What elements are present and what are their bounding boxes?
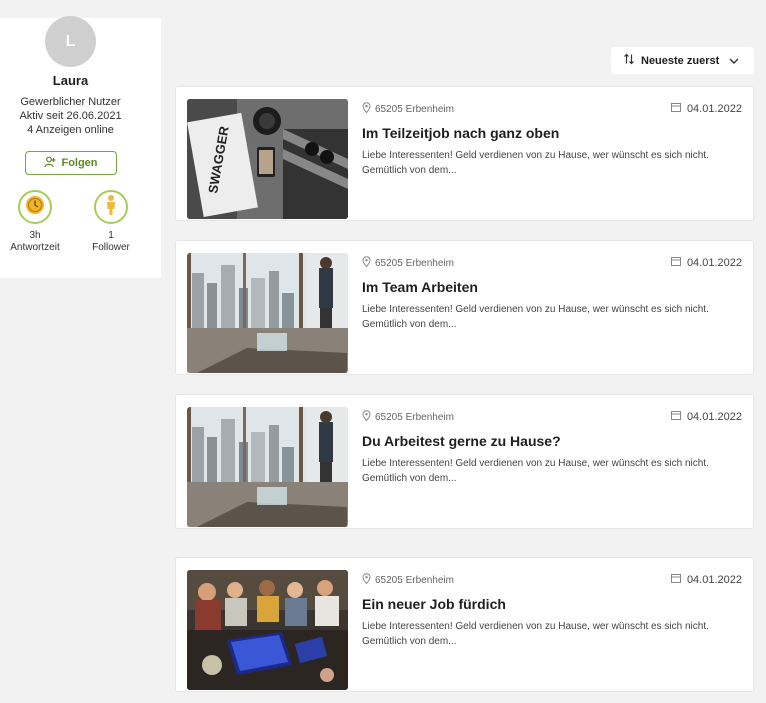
listing-image[interactable] [187, 407, 348, 527]
listing-card[interactable]: 65205 Erbenheim 04.01.2022 Ein neuer Job… [175, 557, 754, 692]
stat-followers: 1 Follower [81, 190, 141, 254]
listing-location: 65205 Erbenheim [362, 410, 454, 424]
location-text: 65205 Erbenheim [375, 411, 454, 423]
listing-date: 04.01.2022 [670, 256, 742, 269]
response-time-value: 3h [29, 230, 41, 241]
listing-description: Liebe Interessenten! Geld verdienen von … [362, 621, 709, 647]
listing-image[interactable]: SWAGGER [187, 99, 348, 219]
listing-card[interactable]: 65205 Erbenheim 04.01.2022 Du Arbeitest … [175, 394, 754, 529]
date-text: 04.01.2022 [686, 102, 742, 115]
sort-label: Neueste zuerst [641, 54, 720, 67]
followers-value: 1 [108, 230, 114, 241]
listing-card[interactable]: SWAGGER 65205 Erbenheim 04.01.2022 Im Te… [175, 86, 754, 221]
listing-description: Liebe Interessenten! Geld verdienen von … [362, 150, 709, 176]
listing-image[interactable] [187, 570, 348, 690]
follow-label: Folgen [61, 157, 98, 169]
add-person-icon [44, 156, 56, 171]
location-text: 65205 Erbenheim [375, 257, 454, 269]
listing-date: 04.01.2022 [670, 410, 742, 423]
chevron-down-icon [729, 55, 739, 67]
location-pin-icon [362, 256, 371, 270]
listing-title[interactable]: Du Arbeitest gerne zu Hause? [362, 433, 561, 449]
listing-card[interactable]: 65205 Erbenheim 04.01.2022 Im Team Arbei… [175, 240, 754, 375]
followers-label: Follower [92, 242, 130, 253]
date-text: 04.01.2022 [686, 410, 742, 423]
location-pin-icon [362, 573, 371, 587]
followers-badge [94, 190, 128, 224]
desk-flatlay-photo: SWAGGER [187, 99, 348, 219]
avatar[interactable]: L [45, 16, 96, 67]
calendar-icon [670, 102, 681, 115]
calendar-icon [670, 256, 681, 269]
listing-title[interactable]: Im Team Arbeiten [362, 279, 478, 295]
listing-description: Liebe Interessenten! Geld verdienen von … [362, 458, 709, 484]
listing-location: 65205 Erbenheim [362, 102, 454, 116]
location-text: 65205 Erbenheim [375, 574, 454, 586]
listing-image[interactable] [187, 253, 348, 373]
profile-card: L Laura Gewerblicher Nutzer Aktiv seit 2… [0, 16, 161, 278]
location-text: 65205 Erbenheim [375, 103, 454, 115]
sort-dropdown[interactable]: Neueste zuerst [611, 47, 754, 74]
listing-title[interactable]: Ein neuer Job fürdich [362, 596, 506, 612]
listing-location: 65205 Erbenheim [362, 573, 454, 587]
date-text: 04.01.2022 [686, 256, 742, 269]
response-time-label: Antwortzeit [10, 242, 60, 253]
follow-button[interactable]: Folgen [25, 151, 117, 175]
user-type: Gewerblicher Nutzer [20, 96, 121, 108]
location-pin-icon [362, 410, 371, 424]
location-pin-icon [362, 102, 371, 116]
office-window-photo [187, 407, 348, 527]
avatar-initial: L [65, 32, 76, 50]
calendar-icon [670, 573, 681, 586]
active-since: Aktiv seit 26.06.2021 [19, 110, 122, 122]
office-window-photo [187, 253, 348, 373]
person-icon [104, 194, 118, 221]
listing-date: 04.01.2022 [670, 573, 742, 586]
response-time-badge [18, 190, 52, 224]
ads-online: 4 Anzeigen online [27, 124, 114, 136]
calendar-icon [670, 410, 681, 423]
profile-name: Laura [52, 73, 89, 88]
listing-date: 04.01.2022 [670, 102, 742, 115]
listing-location: 65205 Erbenheim [362, 256, 454, 270]
date-text: 04.01.2022 [686, 573, 742, 586]
listing-description: Liebe Interessenten! Geld verdienen von … [362, 304, 709, 330]
team-meeting-photo [187, 570, 348, 690]
clock-icon [25, 195, 45, 220]
listing-title[interactable]: Im Teilzeitjob nach ganz oben [362, 125, 559, 141]
stat-response-time: 3h Antwortzeit [5, 190, 65, 254]
sort-icon [623, 53, 635, 68]
